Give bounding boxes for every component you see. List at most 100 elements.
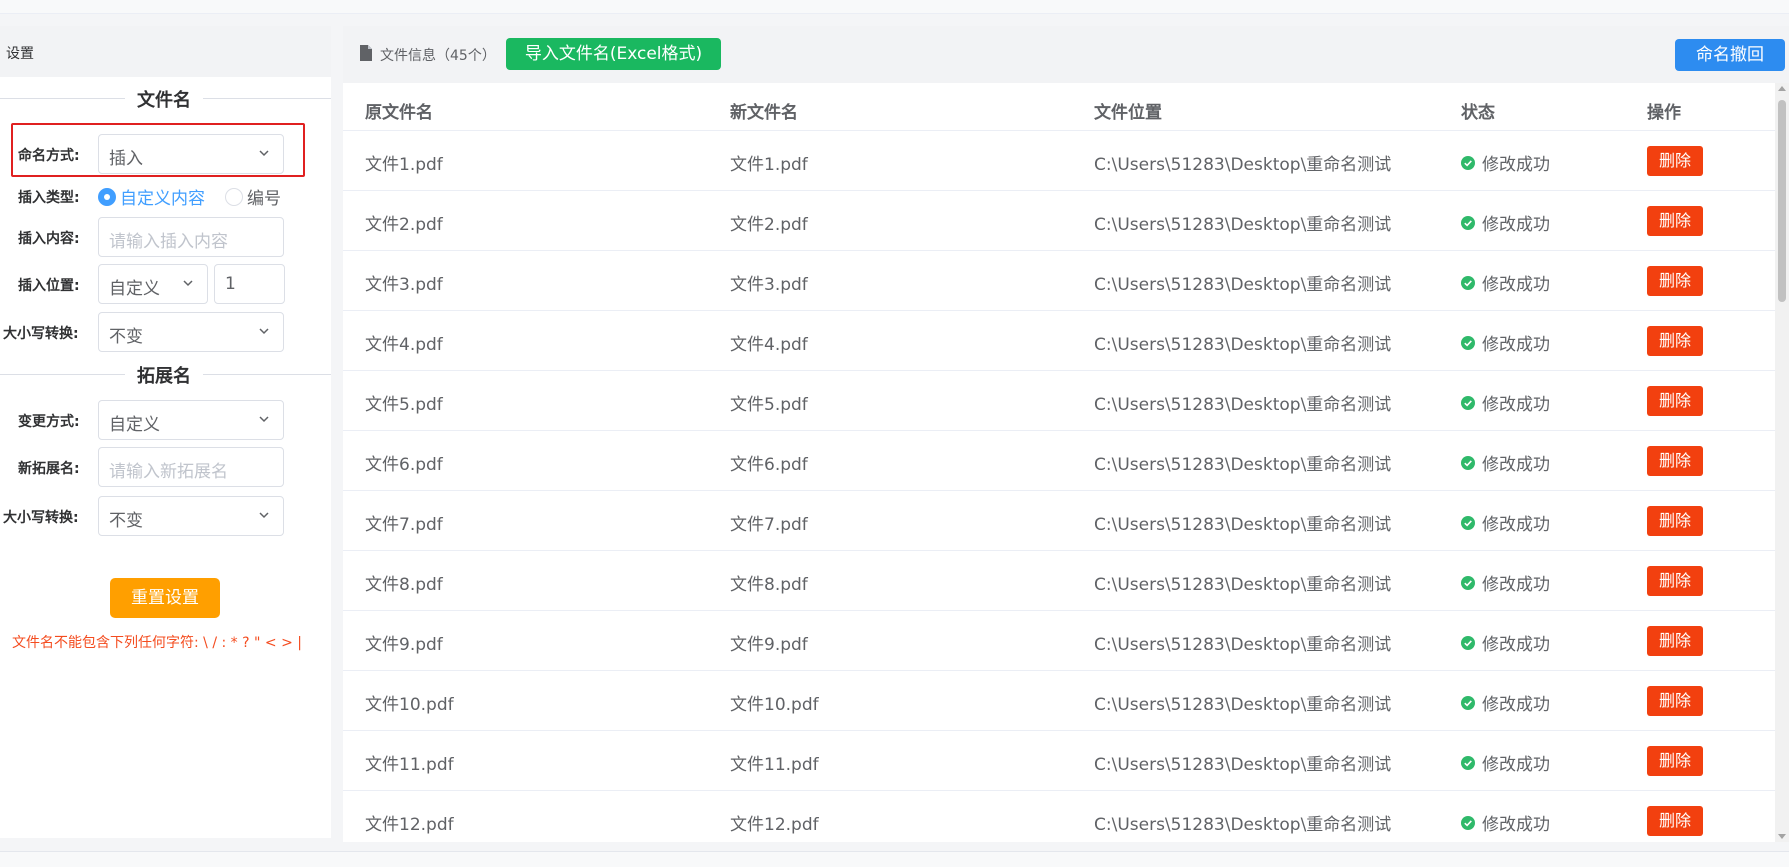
undo-rename-button[interactable]: 命名撤回 (1675, 39, 1785, 71)
status-text: 修改成功 (1482, 455, 1550, 475)
delete-button[interactable]: 删除 (1647, 626, 1703, 656)
radio-custom-content[interactable]: 自定义内容 (98, 184, 205, 209)
check-circle-icon (1461, 275, 1475, 290)
status-text: 修改成功 (1482, 275, 1550, 295)
column-location: 文件位置 (1094, 103, 1162, 123)
scroll-down-arrow-icon[interactable] (1778, 834, 1786, 839)
radio-checked-icon (98, 187, 116, 206)
chevron-down-icon (259, 416, 269, 423)
status-cell: 修改成功 (1461, 750, 1550, 775)
extension-case-value: 不变 (109, 511, 143, 531)
new-filename: 文件8.pdf (730, 575, 808, 595)
check-circle-icon (1461, 635, 1475, 650)
extension-case-select[interactable]: 不变 (98, 496, 284, 536)
status-text: 修改成功 (1482, 515, 1550, 535)
table-row: 文件9.pdf 文件9.pdf C:\Users\51283\Desktop\重命名… (343, 611, 1775, 671)
original-filename: 文件2.pdf (365, 215, 443, 235)
delete-button[interactable]: 删除 (1647, 566, 1703, 596)
insert-type-label: 插入类型: (18, 190, 80, 206)
change-mode-select[interactable]: 自定义 (98, 400, 284, 440)
status-cell: 修改成功 (1461, 630, 1550, 655)
check-circle-icon (1461, 755, 1475, 770)
status-cell: 修改成功 (1461, 330, 1550, 355)
status-cell: 修改成功 (1461, 390, 1550, 415)
chevron-down-icon (259, 328, 269, 335)
insert-content-input[interactable]: 请输入插入内容 (98, 217, 284, 257)
delete-button[interactable]: 删除 (1647, 146, 1703, 176)
new-filename: 文件9.pdf (730, 635, 808, 655)
insert-position-select[interactable]: 自定义 (98, 264, 208, 304)
delete-button[interactable]: 删除 (1647, 506, 1703, 536)
file-location: C:\Users\51283\Desktop\重命名测试 (1094, 695, 1392, 715)
check-circle-icon (1461, 335, 1475, 350)
status-cell: 修改成功 (1461, 150, 1550, 175)
vertical-scrollbar[interactable] (1775, 83, 1789, 842)
file-location: C:\Users\51283\Desktop\重命名测试 (1094, 395, 1392, 415)
file-location: C:\Users\51283\Desktop\重命名测试 (1094, 815, 1392, 835)
column-new-name: 新文件名 (730, 103, 798, 123)
new-filename: 文件2.pdf (730, 215, 808, 235)
status-cell: 修改成功 (1461, 210, 1550, 235)
column-action: 操作 (1647, 103, 1681, 123)
check-circle-icon (1461, 215, 1475, 230)
insert-content-label: 插入内容: (18, 231, 80, 247)
delete-button[interactable]: 删除 (1647, 806, 1703, 836)
reset-settings-button[interactable]: 重置设置 (110, 578, 220, 618)
delete-button[interactable]: 删除 (1647, 446, 1703, 476)
column-original-name: 原文件名 (365, 103, 433, 123)
change-mode-value: 自定义 (109, 415, 160, 435)
original-filename: 文件4.pdf (365, 335, 443, 355)
table-row: 文件6.pdf 文件6.pdf C:\Users\51283\Desktop\重命名… (343, 431, 1775, 491)
original-filename: 文件1.pdf (365, 155, 443, 175)
table-row: 文件5.pdf 文件5.pdf C:\Users\51283\Desktop\重命名… (343, 371, 1775, 431)
status-cell: 修改成功 (1461, 270, 1550, 295)
file-location: C:\Users\51283\Desktop\重命名测试 (1094, 455, 1392, 475)
top-bar (0, 0, 1789, 14)
file-location: C:\Users\51283\Desktop\重命名测试 (1094, 155, 1392, 175)
original-filename: 文件7.pdf (365, 515, 443, 535)
original-filename: 文件11.pdf (365, 755, 454, 775)
insert-position-number-input[interactable]: 1 (214, 264, 285, 304)
table-row: 文件11.pdf 文件11.pdf C:\Users\51283\Desktop\重… (343, 731, 1775, 791)
radio-unchecked-icon (225, 187, 243, 206)
case-value: 不变 (109, 327, 143, 347)
change-mode-label: 变更方式: (18, 414, 80, 430)
new-extension-input[interactable]: 请输入新拓展名 (98, 447, 284, 487)
new-extension-label: 新拓展名: (18, 461, 80, 477)
import-excel-button[interactable]: 导入文件名(Excel格式) (506, 38, 721, 70)
original-filename: 文件12.pdf (365, 815, 454, 835)
table-header: 原文件名 新文件名 文件位置 状态 操作 (343, 83, 1775, 131)
original-filename: 文件3.pdf (365, 275, 443, 295)
file-location: C:\Users\51283\Desktop\重命名测试 (1094, 575, 1392, 595)
delete-button[interactable]: 删除 (1647, 386, 1703, 416)
new-filename: 文件11.pdf (730, 755, 819, 775)
status-text: 修改成功 (1482, 395, 1550, 415)
original-filename: 文件8.pdf (365, 575, 443, 595)
extension-section-title: 拓展名 (125, 362, 203, 388)
chevron-down-icon (259, 512, 269, 519)
new-filename: 文件12.pdf (730, 815, 819, 835)
table-body: 文件1.pdf 文件1.pdf C:\Users\51283\Desktop\重命名… (343, 131, 1775, 842)
new-filename: 文件5.pdf (730, 395, 808, 415)
highlight-box (11, 123, 305, 177)
delete-button[interactable]: 删除 (1647, 686, 1703, 716)
table-row: 文件3.pdf 文件3.pdf C:\Users\51283\Desktop\重命名… (343, 251, 1775, 311)
radio-number[interactable]: 编号 (225, 184, 281, 209)
status-cell: 修改成功 (1461, 510, 1550, 535)
bottom-bar (0, 851, 1789, 867)
file-location: C:\Users\51283\Desktop\重命名测试 (1094, 275, 1392, 295)
column-status: 状态 (1461, 103, 1495, 123)
status-text: 修改成功 (1482, 215, 1550, 235)
delete-button[interactable]: 删除 (1647, 326, 1703, 356)
delete-button[interactable]: 删除 (1647, 746, 1703, 776)
original-filename: 文件10.pdf (365, 695, 454, 715)
delete-button[interactable]: 删除 (1647, 206, 1703, 236)
status-cell: 修改成功 (1461, 690, 1550, 715)
scroll-up-arrow-icon[interactable] (1778, 86, 1786, 91)
scroll-thumb[interactable] (1778, 100, 1786, 302)
table-row: 文件8.pdf 文件8.pdf C:\Users\51283\Desktop\重命名… (343, 551, 1775, 611)
new-filename: 文件7.pdf (730, 515, 808, 535)
delete-button[interactable]: 删除 (1647, 266, 1703, 296)
filename-section-title: 文件名 (125, 86, 203, 112)
case-select[interactable]: 不变 (98, 312, 284, 352)
